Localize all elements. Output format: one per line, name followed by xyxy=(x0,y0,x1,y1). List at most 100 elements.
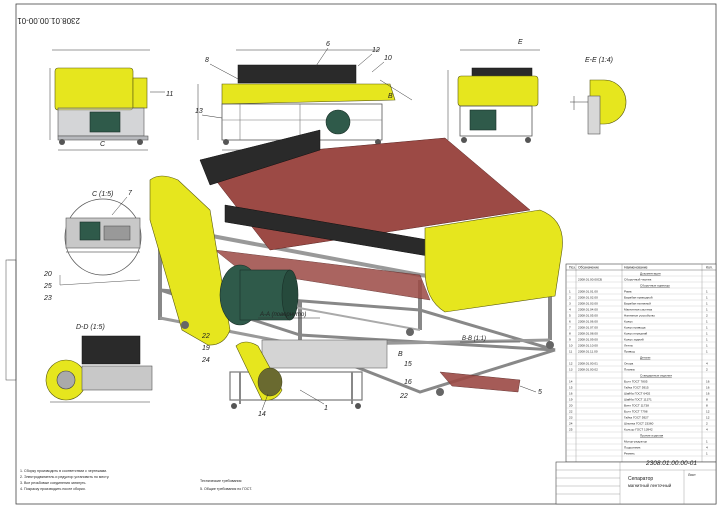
callout-16: 16 xyxy=(404,379,412,386)
spec-cell: Лента xyxy=(624,343,633,347)
spec-cell: 2308.01.09.00 xyxy=(578,337,598,341)
note-right-1: 5. Общие требования по ГОСТ. xyxy=(200,487,252,491)
spec-cell: 2 xyxy=(706,367,708,371)
spec-cell: Кожух задний xyxy=(624,337,644,341)
spec-header-0: Поз. xyxy=(569,266,576,270)
spec-cell: Рама xyxy=(624,289,632,293)
rear-view-cover xyxy=(457,75,539,107)
spec-cell: 2308.01.00.02 xyxy=(578,367,598,371)
title-name-line1: Сепаратор xyxy=(628,476,653,482)
isometric-front-cover xyxy=(424,209,563,313)
spec-cell: Барабан натяжной xyxy=(624,301,651,305)
title-sheet-label: Лист xyxy=(688,473,696,477)
spec-cell: 2308.01.02.00 xyxy=(578,295,598,299)
spec-cell: 2308.01.11.00 xyxy=(578,349,598,353)
spec-cell: 1 xyxy=(706,343,708,347)
spec-header-2: Наименование xyxy=(624,266,648,270)
spec-cell: Болт ГОСТ 7798 xyxy=(624,409,648,413)
specification-table: Поз. Обозначение Наименование Кол. Документа… xyxy=(565,263,717,463)
spec-cell: 19 xyxy=(569,397,573,401)
section-dd: D-D (1:5) xyxy=(45,324,153,403)
callout-11: 11 xyxy=(166,91,173,98)
spec-cell: 2308.01.01.00 xyxy=(578,289,598,293)
spec-cell: Мотор-редуктор xyxy=(624,439,647,443)
spec-cell: 1 xyxy=(706,337,708,341)
spec-cell: 4 xyxy=(706,427,708,431)
callout-15: 15 xyxy=(404,361,412,368)
spec-cell: 16 xyxy=(706,391,710,395)
spec-cell: Сборочный чертеж xyxy=(624,277,652,281)
spec-cell: 2308.01.05.00 xyxy=(578,313,598,317)
spec-cell: Натяжное устройство xyxy=(624,313,655,317)
callout-24: 24 xyxy=(201,357,210,364)
spec-cell: 16 xyxy=(706,379,710,383)
spec-cell: 1 xyxy=(706,325,708,329)
spec-cell: 2308.01.03.00 xyxy=(578,301,598,305)
spec-cell: Гайка ГОСТ 5915 xyxy=(624,385,649,389)
spec-header-3: Кол. xyxy=(706,266,713,270)
spec-cell: Стандартные изделия xyxy=(640,373,672,377)
letter-b: B xyxy=(388,93,393,100)
spec-cell: 1 xyxy=(706,349,708,353)
spec-cell: 20 xyxy=(569,403,573,407)
spec-cell: Шпонка ГОСТ 23360 xyxy=(624,421,654,425)
spec-cell: Магнитная система xyxy=(624,307,652,311)
spec-cell: 1 xyxy=(706,301,708,305)
letter-b-lower: B xyxy=(398,351,403,358)
spec-cell: 2308.01.06.00 xyxy=(578,319,598,323)
section-bb-label: B-B (1:1) xyxy=(462,336,486,342)
spec-cell: 2 xyxy=(706,313,708,317)
callout-5: 5 xyxy=(538,389,542,396)
spec-cell: Шайба ГОСТ 11371 xyxy=(624,397,652,401)
spec-cell: 13 xyxy=(569,367,573,371)
spec-cell: 16 xyxy=(706,385,710,389)
spec-cell: Барабан приводной xyxy=(624,295,653,299)
drawing-canvas: 2308.01.00.00-01 C B E E-E (1:4) A-A (по… xyxy=(5,3,717,505)
drawing-sheet: 2308.01.00.00-01 C B E E-E (1:4) A-A (по… xyxy=(0,0,720,508)
callout-19: 19 xyxy=(202,345,210,352)
spec-cell: 23 xyxy=(569,415,573,419)
side-view-magnet xyxy=(237,64,357,84)
rear-view: E xyxy=(447,39,540,143)
callout-7: 7 xyxy=(128,190,133,197)
spec-cell: 2308.01.10.00 xyxy=(578,343,598,347)
section-dd-label: D-D (1:5) xyxy=(76,324,105,331)
spec-cell: 11 xyxy=(569,349,572,353)
callout-22a: 22 xyxy=(201,333,210,340)
spec-cell: 14 xyxy=(569,379,573,383)
front-view-side-cover xyxy=(132,77,148,109)
note-2: 2. Электродвигатель и редуктор установит… xyxy=(20,475,109,479)
spec-cell: 2308.01.04.00 xyxy=(578,307,598,311)
spec-cell: 6 xyxy=(569,319,571,323)
title-name-line2: магнитный ленточный xyxy=(628,483,672,488)
spec-cell: 24 xyxy=(569,421,573,425)
spec-cell: 1 xyxy=(706,307,708,311)
note-right-title: Технические требования xyxy=(200,479,241,483)
spec-cell: 2308.01.07.00 xyxy=(578,325,598,329)
callout-10: 10 xyxy=(384,55,392,62)
spec-cell: 3 xyxy=(569,301,571,305)
note-3: 3. Все резьбовые соединения затянуть. xyxy=(20,481,86,485)
spec-cell: Документация xyxy=(640,271,661,275)
callout-14: 14 xyxy=(258,411,266,418)
side-strip xyxy=(5,259,17,381)
spec-cell: Планка xyxy=(624,367,635,371)
section-aa-label: A-A (повернуто) xyxy=(259,312,306,318)
spec-cell: 16 xyxy=(569,391,573,395)
spec-cell: 1 xyxy=(706,439,708,443)
spec-cell: Ремень xyxy=(624,451,635,455)
spec-cell: 2 xyxy=(569,295,571,299)
spec-cell: 8 xyxy=(569,331,571,335)
spec-cell: 7 xyxy=(569,325,571,329)
note-4: 4. Покраску производить после сборки. xyxy=(20,487,86,491)
spec-cell: 4 xyxy=(569,307,571,311)
spec-cell: 2308.01.00.01 xyxy=(578,361,598,365)
spec-cell: Шайба ГОСТ 6402 xyxy=(624,391,651,395)
spec-cell: 4 xyxy=(706,361,708,365)
spec-cell: Гайка ГОСТ 5927 xyxy=(624,415,649,419)
spec-cell: Подшипник xyxy=(624,445,641,449)
front-view-cover xyxy=(54,67,134,111)
spec-cell: 12 xyxy=(706,415,710,419)
callout-23: 23 xyxy=(43,295,52,302)
spec-cell: 12 xyxy=(706,409,710,413)
